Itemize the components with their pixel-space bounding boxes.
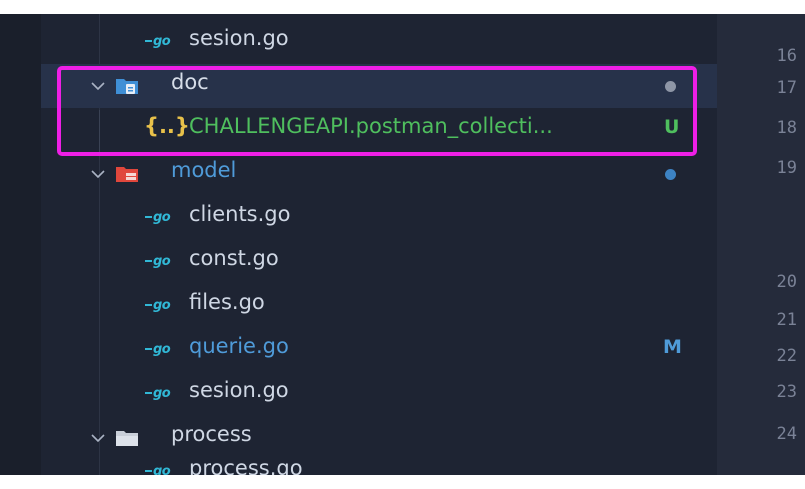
go-file-icon: GO: [145, 255, 173, 269]
line-number: 19: [776, 158, 797, 178]
folder-label: process: [171, 422, 252, 446]
folder-icon: [116, 431, 138, 446]
go-file-icon: GO: [145, 343, 173, 357]
file-row-querie-go[interactable]: GO querie.go M: [41, 328, 717, 372]
git-status-modified: M: [663, 336, 682, 358]
folder-row-process[interactable]: process: [41, 416, 717, 460]
folder-row-doc[interactable]: doc: [41, 64, 717, 108]
line-number: 22: [776, 346, 797, 366]
line-number: 18: [776, 118, 797, 138]
folder-doc-icon: [116, 79, 138, 94]
file-row-process-go[interactable]: GO process.go: [41, 460, 717, 475]
chevron-down-icon[interactable]: [90, 166, 106, 182]
file-row-const-go[interactable]: GO const.go: [41, 240, 717, 284]
file-row-sesion-go[interactable]: GO sesion.go: [41, 20, 717, 64]
file-row-files-go[interactable]: GO files.go: [41, 284, 717, 328]
line-number: 23: [776, 382, 797, 402]
go-file-icon: GO: [145, 387, 173, 401]
file-row-challengeapi-json[interactable]: {..} CHALLENGEAPI.postman_collecti... U: [41, 108, 717, 152]
go-file-icon: GO: [145, 299, 173, 313]
line-number: 21: [776, 310, 797, 330]
folder-model-icon: [116, 167, 138, 182]
json-file-icon: {..}: [144, 114, 190, 138]
folder-status-dot: [665, 169, 676, 180]
file-row-clients-go[interactable]: GO clients.go: [41, 196, 717, 240]
file-label: CHALLENGEAPI.postman_collecti...: [189, 114, 553, 138]
activity-gutter: [0, 14, 41, 475]
file-label: clients.go: [189, 202, 291, 226]
folder-status-dot: [665, 81, 676, 92]
go-file-icon: GO: [145, 35, 173, 49]
folder-row-model[interactable]: model: [41, 152, 717, 196]
chevron-down-icon[interactable]: [90, 78, 106, 94]
file-row-sesion-go[interactable]: GO sesion.go: [41, 372, 717, 416]
file-label: querie.go: [189, 334, 289, 358]
file-label: process.go: [189, 460, 303, 475]
git-status-untracked: U: [664, 116, 680, 138]
chevron-down-icon[interactable]: [90, 430, 106, 446]
folder-label: model: [171, 158, 237, 182]
file-label: files.go: [189, 290, 265, 314]
file-label: sesion.go: [189, 378, 289, 402]
line-number: 20: [776, 272, 797, 292]
file-label: const.go: [189, 246, 279, 270]
folder-label: doc: [171, 70, 209, 94]
line-number: 17: [776, 78, 797, 98]
line-number: 16: [776, 46, 797, 66]
go-file-icon: GO: [145, 211, 173, 225]
line-number: 24: [776, 424, 797, 444]
file-label: sesion.go: [189, 26, 289, 50]
go-file-icon: GO: [145, 465, 173, 475]
